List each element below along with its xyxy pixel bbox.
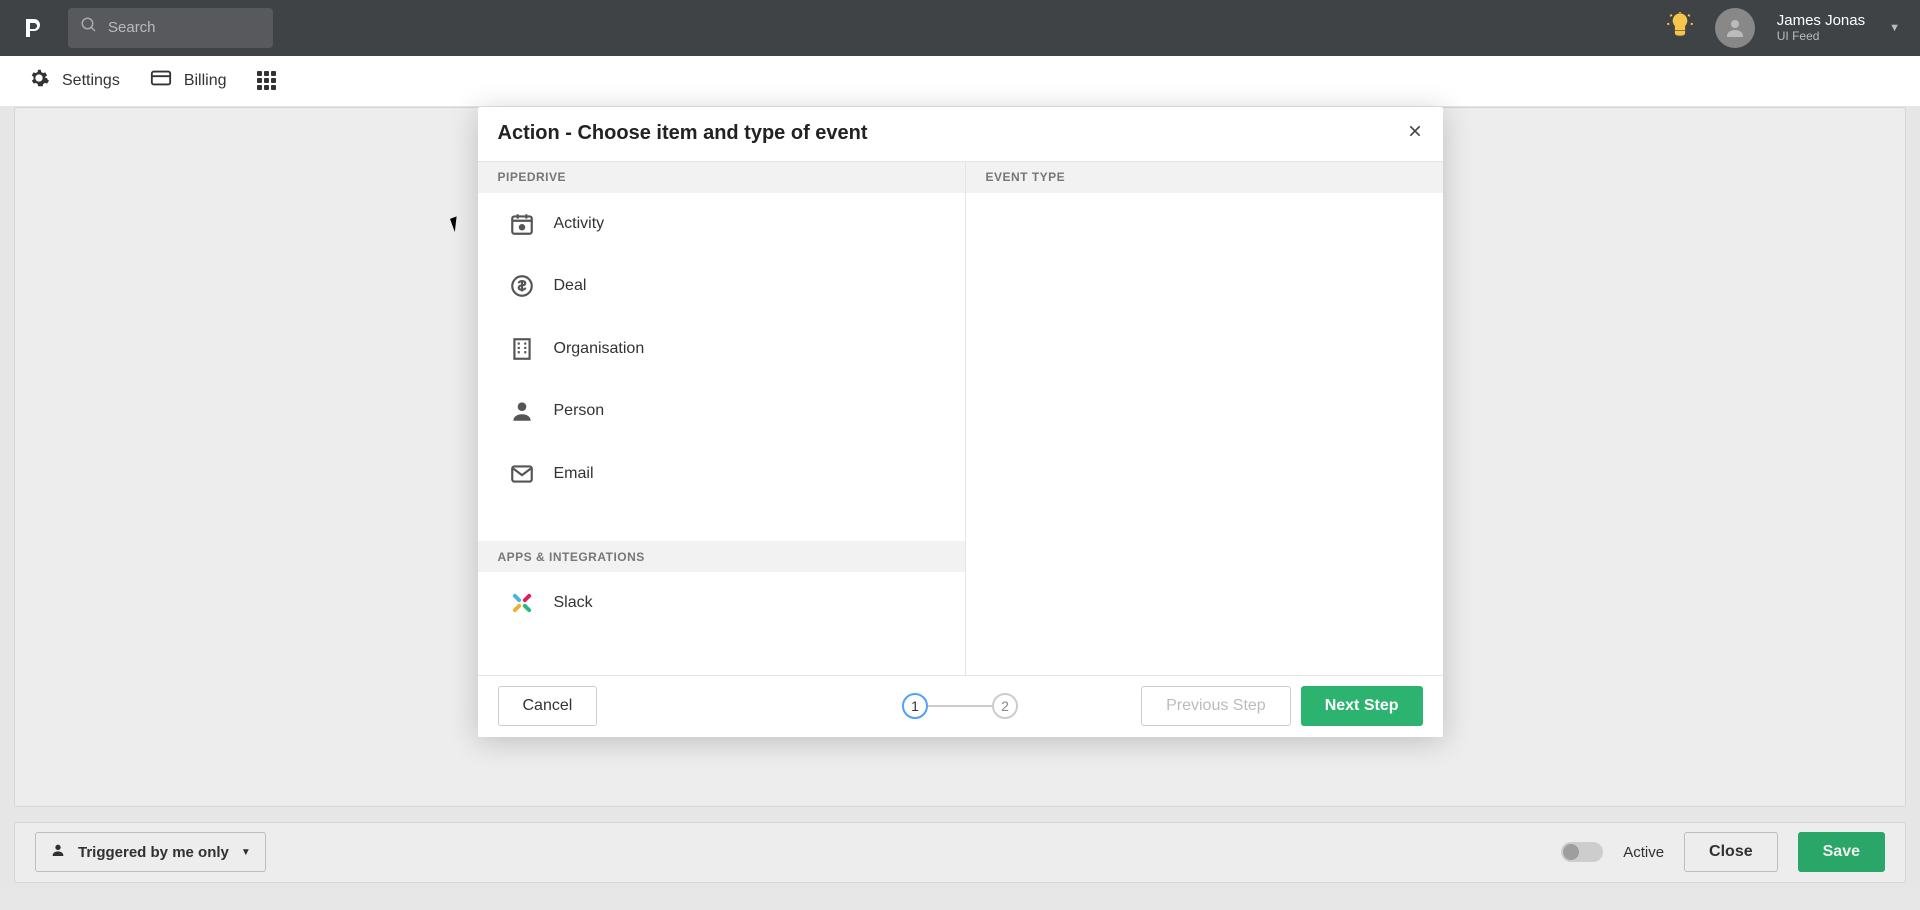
search-icon [80,16,98,39]
section-header-apps: APPS & INTEGRATIONS [478,541,965,572]
step-indicator: 1 2 [902,693,1018,719]
user-avatar[interactable] [1715,8,1755,48]
app-topbar: James Jonas UI Feed ▼ [0,0,1920,56]
building-icon [508,336,536,362]
person-icon [508,398,536,424]
item-organisation-label: Organisation [554,340,645,358]
search-input[interactable] [108,19,261,36]
billing-label: Billing [184,72,227,90]
modal-overlay: Action - Choose item and type of event P… [0,107,1920,910]
help-bulb-icon[interactable] [1667,12,1693,43]
credit-card-icon [150,67,172,94]
previous-step-button[interactable]: Previous Step [1141,686,1291,726]
modal-title: Action - Choose item and type of event [498,122,868,145]
email-icon [508,461,536,487]
next-step-button[interactable]: Next Step [1301,686,1423,726]
item-slack[interactable]: Slack [478,572,965,635]
user-name-label: James Jonas [1777,12,1865,29]
settings-link[interactable]: Settings [28,67,120,94]
step-line [928,705,992,707]
item-email[interactable]: Email [478,443,965,506]
slack-icon [508,590,536,616]
step-1: 1 [902,693,928,719]
item-person-label: Person [554,402,605,420]
apps-grid-icon[interactable] [257,71,276,90]
action-modal: Action - Choose item and type of event P… [478,107,1443,737]
item-deal[interactable]: Deal [478,255,965,318]
user-subtitle: UI Feed [1777,29,1865,43]
settings-label: Settings [62,72,120,90]
section-header-event-type: EVENT TYPE [966,162,1443,193]
item-deal-label: Deal [554,277,587,295]
item-activity-label: Activity [554,215,605,233]
user-menu[interactable]: James Jonas UI Feed [1777,12,1865,43]
item-person[interactable]: Person [478,380,965,443]
calendar-icon [508,211,536,237]
content-area: Triggered by me only ▼ Active Close Save… [0,107,1920,910]
modal-footer: Cancel 1 2 Previous Step Next Step [478,676,1443,737]
section-header-pipedrive: PIPEDRIVE [478,162,965,193]
cancel-button[interactable]: Cancel [498,686,598,726]
step-2: 2 [992,693,1018,719]
gear-icon [28,67,50,94]
modal-right-column: EVENT TYPE [966,162,1443,675]
page-toolbar: Settings Billing [0,56,1920,107]
item-slack-label: Slack [554,594,593,612]
item-email-label: Email [554,465,594,483]
mouse-cursor [450,214,468,232]
modal-header: Action - Choose item and type of event [478,107,1443,161]
billing-link[interactable]: Billing [150,67,227,94]
chevron-down-icon[interactable]: ▼ [1889,22,1900,34]
item-organisation[interactable]: Organisation [478,318,965,381]
close-icon[interactable] [1407,123,1423,144]
item-activity[interactable]: Activity [478,193,965,256]
app-logo[interactable] [20,12,48,44]
modal-left-column: PIPEDRIVE Activity Deal [478,162,966,675]
dollar-circle-icon [508,273,536,299]
search-field[interactable] [68,8,273,48]
